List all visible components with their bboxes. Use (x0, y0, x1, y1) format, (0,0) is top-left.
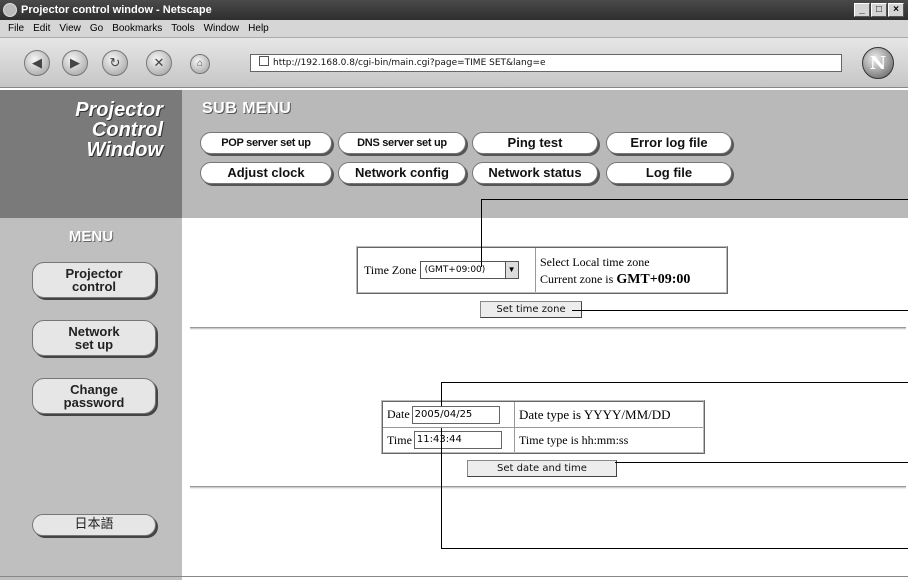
address-bar[interactable]: http://192.168.0.8/cgi-bin/main.cgi?page… (250, 54, 842, 72)
time-label: Time (387, 432, 412, 447)
timezone-current-value: GMT+09:00 (616, 272, 691, 287)
projector-control-button[interactable]: Projector control (32, 262, 156, 298)
logo-line-2: Control (91, 119, 163, 141)
menu-view[interactable]: View (59, 23, 81, 34)
timezone-table: Time Zone (GMT+09:00) ▼ Select Local tim… (356, 246, 728, 294)
ping-test-button[interactable]: Ping test (472, 132, 598, 154)
logo-panel: Projector Control Window (0, 90, 182, 218)
divider (190, 327, 906, 330)
logo-line-3: Window (86, 139, 163, 161)
netscape-app-icon (3, 3, 17, 17)
timezone-field-cell: Time Zone (GMT+09:00) ▼ (358, 248, 536, 292)
network-status-button[interactable]: Network status (472, 162, 598, 184)
stop-icon[interactable]: ✕ (146, 50, 172, 76)
home-icon[interactable]: ⌂ (190, 54, 210, 74)
menu-go[interactable]: Go (90, 23, 103, 34)
callout-line (441, 548, 908, 549)
browser-window: Projector control window - Netscape _ □ … (0, 0, 908, 580)
time-input[interactable]: 11:43:44 (413, 431, 502, 449)
timezone-select[interactable]: (GMT+09:00) ▼ (419, 261, 519, 279)
network-config-button[interactable]: Network config (338, 162, 466, 184)
timezone-selected-value: (GMT+09:00) (424, 265, 486, 275)
forward-icon[interactable]: ▶ (62, 50, 88, 76)
change-password-button[interactable]: Change password (32, 378, 156, 414)
date-label: Date (387, 407, 410, 421)
set-time-zone-button[interactable]: Set time zone (480, 301, 582, 318)
submenu-title: SUB MENU (202, 100, 292, 117)
callout-line (481, 199, 482, 267)
maximize-button[interactable]: □ (871, 3, 887, 17)
menu-title: MENU (68, 228, 114, 245)
adjust-clock-button[interactable]: Adjust clock (200, 162, 332, 184)
timezone-current-label: Current zone is (540, 272, 614, 286)
projector-control-label-2: control (71, 279, 117, 294)
network-setup-button[interactable]: Network set up (32, 320, 156, 356)
time-row: Time 11:43:44 Time type is hh:mm:ss (383, 427, 703, 452)
callout-line (615, 462, 908, 463)
chevron-down-icon[interactable]: ▼ (504, 262, 518, 278)
callout-line (572, 310, 908, 311)
window-title: Projector control window - Netscape (21, 4, 212, 16)
dns-server-button[interactable]: DNS server set up (338, 132, 466, 154)
menu-file[interactable]: File (8, 23, 24, 34)
date-row: Date 2005/04/25 Date type is YYYY/MM/DD (383, 402, 703, 427)
sidebar-menu: MENU Projector control Network set up Ch… (0, 218, 182, 580)
menu-bookmarks[interactable]: Bookmarks (112, 23, 162, 34)
minimize-button[interactable]: _ (854, 3, 870, 17)
pop-server-button[interactable]: POP server set up (200, 132, 332, 154)
timezone-label: Time Zone (364, 262, 417, 277)
timezone-info-cell: Select Local time zone Current zone is G… (536, 248, 726, 292)
japanese-language-button[interactable]: 日本語 (32, 514, 156, 536)
close-button[interactable]: × (888, 3, 904, 17)
callout-line (481, 199, 908, 200)
menu-edit[interactable]: Edit (33, 23, 50, 34)
callout-line (441, 382, 442, 406)
time-field-cell: Time 11:43:44 (383, 428, 515, 452)
menu-bar: File Edit View Go Bookmarks Tools Window… (0, 20, 908, 38)
title-bar: Projector control window - Netscape _ □ … (0, 0, 908, 20)
menu-help[interactable]: Help (248, 23, 269, 34)
date-field-cell: Date 2005/04/25 (383, 402, 515, 427)
timezone-hint: Select Local time zone (540, 255, 650, 269)
callout-line (441, 382, 908, 383)
network-setup-label-2: set up (74, 337, 114, 352)
netscape-logo-icon: N (862, 47, 894, 79)
menu-tools[interactable]: Tools (171, 23, 194, 34)
navigation-toolbar: ◀ ▶ ↻ ✕ ⌂ http://192.168.0.8/cgi-bin/mai… (0, 38, 908, 88)
log-file-button[interactable]: Log file (606, 162, 732, 184)
date-hint: Date type is YYYY/MM/DD (519, 406, 671, 422)
back-icon[interactable]: ◀ (24, 50, 50, 76)
menu-window[interactable]: Window (204, 23, 240, 34)
date-input[interactable]: 2005/04/25 (411, 405, 500, 424)
address-url: http://192.168.0.8/cgi-bin/main.cgi?page… (273, 58, 546, 68)
callout-line (441, 428, 442, 549)
set-date-and-time-button[interactable]: Set date and time (467, 460, 617, 477)
site-logo: Projector Control Window (8, 100, 163, 160)
divider (190, 486, 906, 489)
change-password-label-2: password (63, 395, 125, 410)
reload-icon[interactable]: ↻ (102, 50, 128, 76)
page-icon (259, 56, 269, 66)
error-log-button[interactable]: Error log file (606, 132, 732, 154)
time-hint: Time type is hh:mm:ss (519, 432, 629, 447)
logo-line-1: Projector (75, 99, 163, 121)
datetime-table: Date 2005/04/25 Date type is YYYY/MM/DD … (381, 400, 705, 454)
window-controls: _ □ × (854, 3, 904, 17)
window-bottom-border (0, 576, 908, 577)
timezone-current: Current zone is GMT+09:00 (540, 271, 726, 288)
